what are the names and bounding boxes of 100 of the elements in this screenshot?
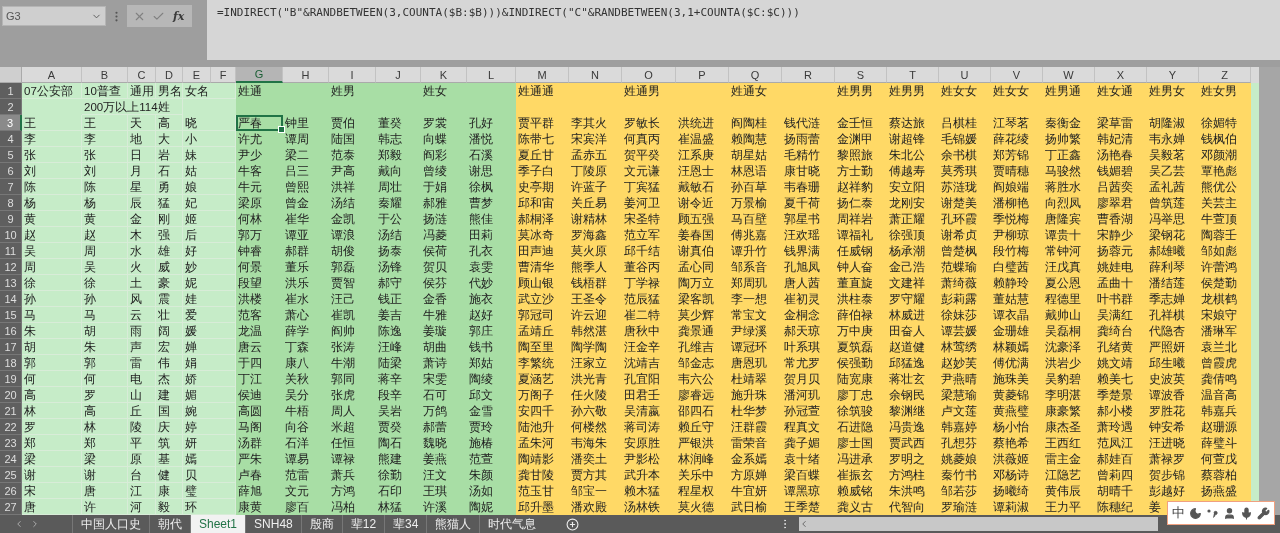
name-box[interactable]: G3	[2, 6, 106, 26]
column-header[interactable]: W	[1043, 67, 1095, 83]
row-header[interactable]: 25	[0, 467, 22, 483]
table-cell: 徐	[22, 275, 82, 291]
sheet-tab[interactable]: Sheet1	[190, 515, 246, 533]
table-cell-text: 徐妹莎	[940, 308, 977, 323]
row-header[interactable]: 13	[0, 275, 22, 291]
table-cell-text: 曹香湖	[1096, 212, 1133, 227]
table-cell: 罗	[82, 387, 128, 403]
column-header[interactable]: P	[676, 67, 729, 83]
table-cell-text: 邱升墨	[517, 500, 554, 515]
table-cell: 黄	[82, 211, 128, 227]
row-header[interactable]: 14	[0, 291, 22, 307]
table-cell-text: 梁原	[237, 196, 262, 211]
sheet-tab[interactable]: 辈12	[341, 515, 385, 533]
sheet-tab[interactable]: 时代气息	[479, 515, 545, 533]
row-header[interactable]: 12	[0, 259, 22, 275]
row-header[interactable]: 11	[0, 243, 22, 259]
table-cell-text: 任恒	[330, 436, 355, 451]
column-header[interactable]: H	[283, 67, 329, 83]
column-header[interactable]: K	[421, 67, 467, 83]
table-cell-text: 关秋	[284, 372, 309, 387]
column-header[interactable]: A	[22, 67, 82, 83]
formula-field[interactable]: =INDIRECT("B"&RANDBETWEEN(3,COUNTA($B:$B)))&INDIRECT("C"&RANDBETWEEN(3,1+COUNTA($C:$C)))	[207, 0, 1280, 60]
row-header[interactable]: 5	[0, 147, 22, 163]
row-header[interactable]: 6	[0, 163, 22, 179]
fill-handle[interactable]	[278, 126, 285, 133]
table-cell-text: 曾金	[284, 196, 309, 211]
row-header[interactable]: 9	[0, 211, 22, 227]
sheet-tab[interactable]: SNH48	[245, 515, 301, 533]
column-header[interactable]: V	[991, 67, 1043, 83]
row-header[interactable]: 4	[0, 131, 22, 147]
column-header[interactable]: Q	[729, 67, 782, 83]
column-header[interactable]: I	[329, 67, 376, 83]
column-header[interactable]: F	[211, 67, 236, 83]
table-cell: 建	[156, 387, 183, 403]
column-header[interactable]: C	[128, 67, 156, 83]
row-header[interactable]: 19	[0, 371, 22, 387]
row-header[interactable]: 21	[0, 403, 22, 419]
column-header[interactable]: M	[516, 67, 569, 83]
column-header[interactable]: R	[782, 67, 835, 83]
column-header[interactable]: D	[156, 67, 183, 83]
person-icon[interactable]	[1222, 506, 1236, 520]
table-cell-text: 韩嘉兵	[1200, 404, 1237, 419]
table-cell-text: 袁十绪	[783, 452, 820, 467]
column-header[interactable]: U	[939, 67, 991, 83]
column-header[interactable]: O	[622, 67, 676, 83]
column-header[interactable]: Z	[1199, 67, 1251, 83]
column-header[interactable]: B	[82, 67, 128, 83]
next-sheet-button[interactable]	[30, 519, 40, 529]
table-cell-text: 侯楚勤	[1200, 276, 1237, 291]
column-header[interactable]: G	[236, 67, 283, 83]
row-header[interactable]: 2	[0, 99, 22, 115]
row-header[interactable]: 15	[0, 307, 22, 323]
previous-sheet-button[interactable]	[14, 519, 24, 529]
row-header[interactable]: 24	[0, 451, 22, 467]
row-header[interactable]: 23	[0, 435, 22, 451]
column-header[interactable]: L	[467, 67, 516, 83]
column-header[interactable]: E	[183, 67, 211, 83]
table-cell-text: 段辛	[377, 388, 402, 403]
row-header[interactable]: 3	[0, 115, 22, 131]
column-header[interactable]: J	[376, 67, 421, 83]
insert-function-button[interactable]: fx	[171, 9, 187, 23]
table-cell-text: 顾五强	[677, 212, 714, 227]
table-cell-text: 韦六公	[677, 372, 714, 387]
select-all-button[interactable]	[0, 67, 22, 83]
sheet-tab[interactable]: 中国人口史	[72, 515, 149, 533]
row-header[interactable]: 18	[0, 355, 22, 371]
table-cell-text: 田君壬	[623, 388, 660, 403]
row-header[interactable]: 26	[0, 483, 22, 499]
column-header[interactable]: Y	[1147, 67, 1199, 83]
sheet-tab[interactable]: 辈34	[384, 515, 427, 533]
row-header[interactable]: 1	[0, 83, 22, 99]
row-header[interactable]: 7	[0, 179, 22, 195]
add-sheet-button[interactable]	[566, 515, 580, 533]
table-cell-text: 邹如彪	[1200, 244, 1237, 259]
row-header[interactable]: 8	[0, 195, 22, 211]
moon-icon[interactable]	[1189, 506, 1203, 520]
row-header[interactable]: 17	[0, 339, 22, 355]
table-cell-text: 谢令近	[677, 196, 714, 211]
table-cell-text: 彭越好	[1148, 484, 1185, 499]
column-header[interactable]: X	[1095, 67, 1147, 83]
punctuation-icon[interactable]	[1206, 507, 1219, 519]
table-cell-text: 赖美七	[1096, 372, 1133, 387]
column-header[interactable]: T	[887, 67, 939, 83]
row-header[interactable]: 27	[0, 499, 22, 515]
input-mode-toggle[interactable]: 中	[1172, 504, 1185, 522]
vertical-scrollbar[interactable]	[1259, 67, 1280, 515]
row-header[interactable]: 20	[0, 387, 22, 403]
sheet-tab[interactable]: 熊猫人	[426, 515, 480, 533]
column-header[interactable]: S	[835, 67, 887, 83]
row-header[interactable]: 22	[0, 419, 22, 435]
horizontal-scrollbar[interactable]	[799, 517, 1158, 531]
row-header[interactable]: 10	[0, 227, 22, 243]
column-header[interactable]: N	[569, 67, 622, 83]
sheet-tab[interactable]: 殷商	[300, 515, 342, 533]
microphone-icon[interactable]	[1239, 506, 1253, 520]
table-cell-text: 赖威铭	[836, 484, 873, 499]
row-header[interactable]: 16	[0, 323, 22, 339]
wrench-icon[interactable]	[1256, 506, 1270, 520]
